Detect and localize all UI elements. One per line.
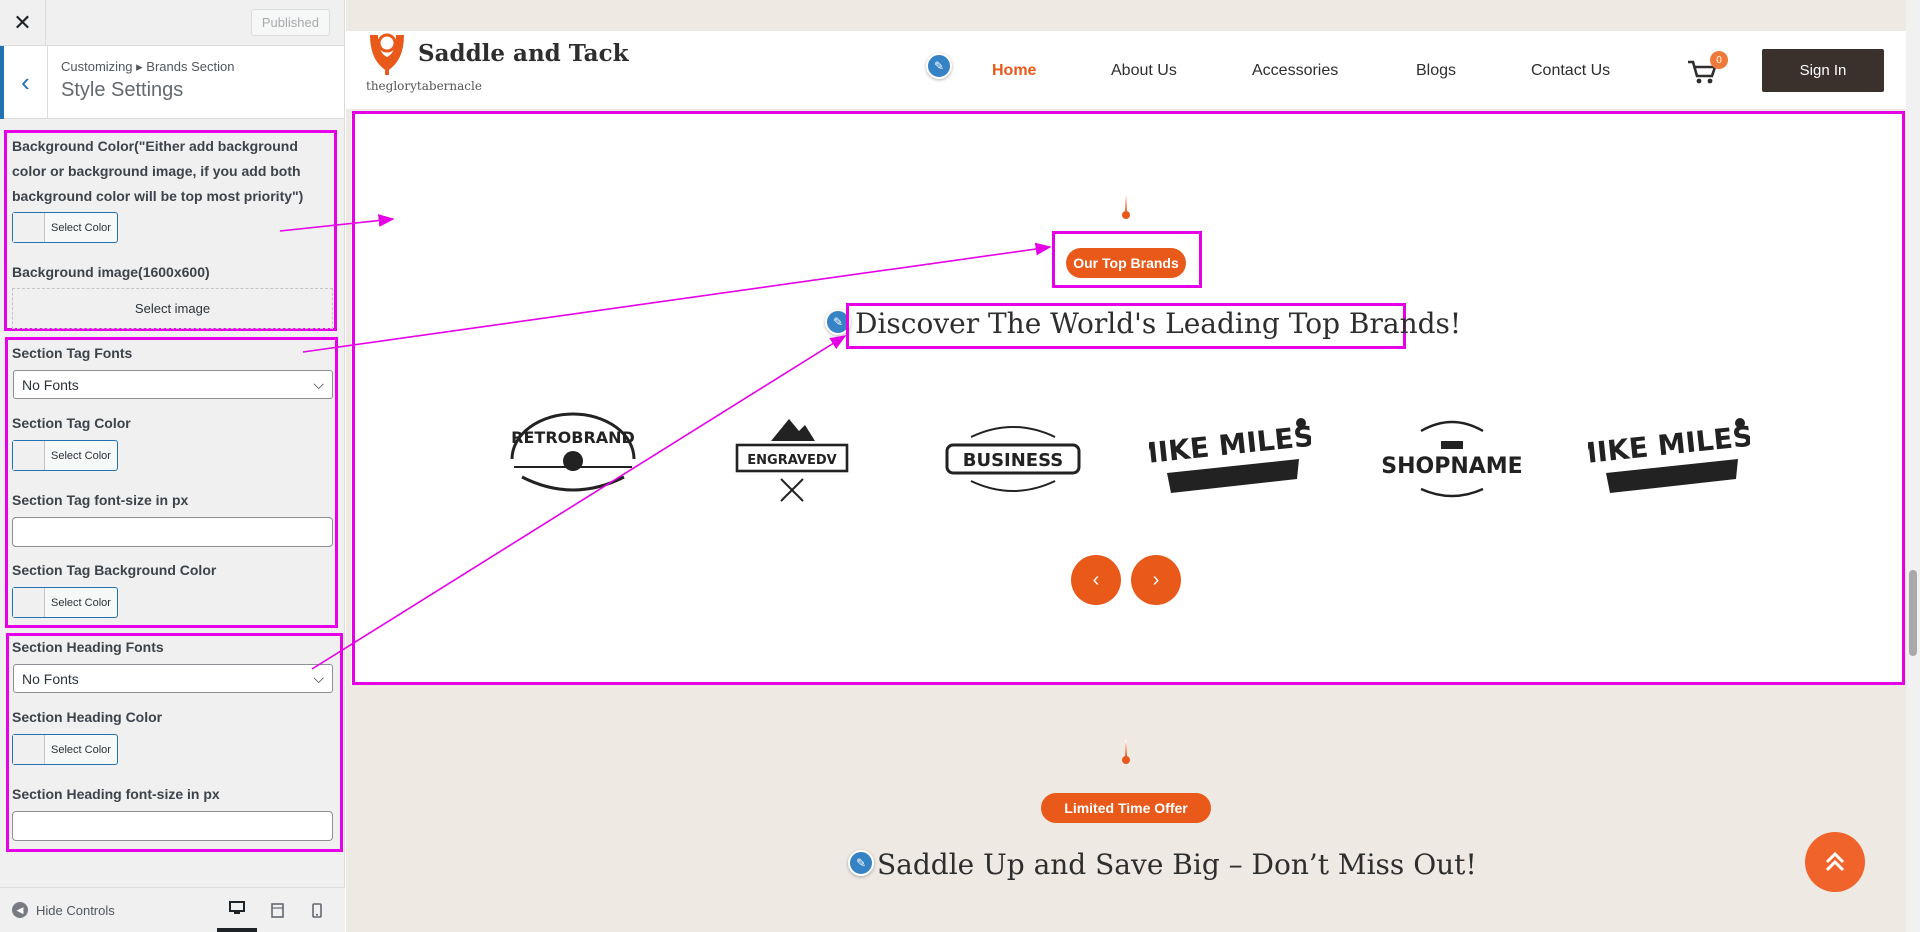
- site-header: Saddle and Tack theglorytabernacle ✎ Hom…: [346, 31, 1906, 109]
- back-chevron-icon[interactable]: ‹: [0, 46, 48, 119]
- nav-accessories[interactable]: Accessories: [1252, 62, 1338, 80]
- brand-logo-engravedv[interactable]: ENGRAVEDV: [731, 402, 853, 512]
- bg-image-label: Background image(1600x600): [12, 264, 210, 280]
- breadcrumb: Customizing ▸ Brands Section: [61, 59, 235, 74]
- site-preview: Saddle and Tack theglorytabernacle ✎ Hom…: [346, 0, 1920, 932]
- hide-controls-button[interactable]: ◀ Hide Controls: [12, 902, 115, 918]
- saddle-logo-icon: [370, 33, 404, 75]
- customizer-sidebar: ✕ Published ‹ Customizing ▸ Brands Secti…: [0, 0, 345, 932]
- carousel-prev-button[interactable]: ‹: [1071, 555, 1121, 605]
- brand-logo-mike-miles-2[interactable]: MIKE MILES: [1588, 402, 1750, 512]
- sidebar-footer: ◀ Hide Controls: [0, 887, 345, 932]
- section-header: ‹ Customizing ▸ Brands Section Style Set…: [0, 46, 344, 119]
- scrollbar-thumb[interactable]: [1909, 570, 1917, 656]
- bg-color-picker-button[interactable]: Select Color: [12, 212, 118, 243]
- bg-color-label: Background Color("Either add background …: [12, 138, 304, 204]
- tag-fontsize-label: Section Tag font-size in px: [12, 492, 189, 508]
- offer-heading[interactable]: Saddle Up and Save Big – Don’t Miss Out!: [877, 848, 1477, 881]
- sign-in-button[interactable]: Sign In: [1762, 49, 1884, 92]
- site-title[interactable]: Saddle and Tack: [418, 40, 629, 67]
- section-tag[interactable]: Our Top Brands: [1066, 248, 1186, 278]
- device-switcher: [217, 888, 337, 932]
- edit-pencil-icon[interactable]: ✎: [926, 53, 952, 79]
- carousel-next-button[interactable]: ›: [1131, 555, 1181, 605]
- tag-color-label: Section Tag Color: [12, 415, 131, 431]
- tag-color-picker-button[interactable]: Select Color: [12, 440, 118, 471]
- color-swatch: [13, 441, 45, 470]
- tablet-icon[interactable]: [257, 888, 297, 932]
- double-chevron-up-icon: [1825, 851, 1845, 872]
- tag-fonts-select[interactable]: No Fonts ⌵: [13, 370, 333, 399]
- select-color-label: Select Color: [51, 221, 111, 234]
- panel-title: Style Settings: [61, 79, 184, 101]
- retrobrand-text: RETROBRAND: [511, 428, 635, 447]
- select-color-label: Select Color: [51, 596, 111, 609]
- section-heading[interactable]: Discover The World's Leading Top Brands!: [855, 307, 1461, 340]
- select-color-label: Select Color: [51, 743, 111, 756]
- brand-logo-business[interactable]: BUSINESS: [943, 402, 1083, 512]
- site-tagline: theglorytabernacle: [366, 79, 482, 93]
- nav-contact-us[interactable]: Contact Us: [1531, 62, 1610, 80]
- sidebar-topbar: ✕ Published: [0, 0, 344, 46]
- tag-bg-color-picker-button[interactable]: Select Color: [12, 587, 118, 618]
- hide-controls-label: Hide Controls: [36, 902, 115, 918]
- chevron-down-icon: ⌵: [313, 376, 324, 392]
- engravedv-text: ENGRAVEDV: [747, 453, 836, 468]
- select-image-button[interactable]: Select image: [12, 288, 333, 329]
- color-swatch: [13, 588, 45, 617]
- business-text: BUSINESS: [963, 450, 1063, 471]
- heading-color-label: Section Heading Color: [12, 709, 163, 725]
- edit-pencil-icon[interactable]: ✎: [848, 850, 874, 876]
- section-pin-icon: [1121, 195, 1131, 219]
- shopname-text: SHOPNAME: [1381, 454, 1522, 479]
- heading-fonts-label: Section Heading Fonts: [12, 639, 164, 655]
- offer-tag[interactable]: Limited Time Offer: [1041, 793, 1211, 823]
- desktop-icon[interactable]: [217, 888, 257, 932]
- vertical-scrollbar[interactable]: [1906, 0, 1920, 932]
- brand-logo-mike-miles[interactable]: MIKE MILES: [1149, 402, 1311, 512]
- chevron-down-icon: ⌵: [313, 670, 324, 686]
- select-color-label: Select Color: [51, 449, 111, 462]
- scroll-top-button[interactable]: [1805, 832, 1865, 892]
- cart-count-badge: 0: [1710, 51, 1728, 69]
- heading-fonts-select[interactable]: No Fonts ⌵: [13, 664, 333, 693]
- tag-fonts-label: Section Tag Fonts: [12, 345, 133, 361]
- heading-fontsize-input[interactable]: [12, 811, 333, 841]
- heading-color-picker-button[interactable]: Select Color: [12, 734, 118, 765]
- nav-about-us[interactable]: About Us: [1111, 62, 1177, 80]
- mobile-icon[interactable]: [297, 888, 337, 932]
- collapse-arrow-icon: ◀: [12, 902, 28, 918]
- nav-blogs[interactable]: Blogs: [1416, 62, 1456, 80]
- published-button[interactable]: Published: [250, 9, 330, 36]
- heading-fontsize-label: Section Heading font-size in px: [12, 786, 220, 802]
- close-icon[interactable]: ✕: [0, 0, 46, 46]
- heading-fonts-value: No Fonts: [22, 670, 79, 687]
- section-pin-icon: [1121, 740, 1131, 764]
- tag-fontsize-input[interactable]: [12, 517, 333, 547]
- brand-logo-retrobrand[interactable]: RETROBRAND: [502, 402, 644, 512]
- tag-bg-label: Section Tag Background Color: [12, 562, 217, 578]
- color-swatch: [13, 213, 45, 242]
- color-swatch: [13, 735, 45, 764]
- brand-logo-shopname[interactable]: SHOPNAME: [1379, 402, 1525, 512]
- nav-home[interactable]: Home: [992, 62, 1036, 80]
- tag-fonts-value: No Fonts: [22, 376, 79, 393]
